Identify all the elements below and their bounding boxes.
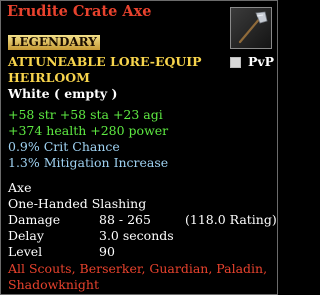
weapon-type: Axe	[8, 180, 32, 195]
rarity-badge: LEGENDARY	[8, 35, 100, 50]
damage-rating: (118.0 Rating)	[185, 212, 277, 227]
item-flags-1: ATTUNEABLE LORE-EQUIP	[8, 54, 202, 69]
stats-line-1: +58 str +58 sta +23 agi	[8, 107, 163, 122]
adornment-slot: White ( empty )	[8, 86, 118, 101]
axe-icon	[230, 7, 272, 49]
mitigation-increase: 1.3% Mitigation Increase	[8, 155, 169, 170]
item-name: Erudite Crate Axe	[7, 3, 152, 20]
pvp-label: PvP	[248, 54, 275, 69]
crit-chance: 0.9% Crit Chance	[8, 139, 120, 154]
item-flags-2: HEIRLOOM	[8, 70, 90, 85]
level-value: 90	[99, 244, 115, 259]
delay-value: 3.0 seconds	[99, 228, 174, 243]
damage-label: Damage	[8, 212, 61, 227]
classes-line-2: Shadowknight	[8, 277, 99, 292]
stats-line-2: +374 health +280 power	[8, 123, 169, 138]
level-label: Level	[8, 244, 43, 259]
item-tooltip: Erudite Crate Axe LEGENDARY PvP ATTUNEAB…	[0, 0, 278, 295]
damage-value: 88 - 265	[99, 212, 151, 227]
classes-line-1: All Scouts, Berserker, Guardian, Paladin…	[8, 261, 268, 276]
weapon-slot: One-Handed Slashing	[8, 196, 147, 211]
pvp-checkbox[interactable]	[230, 57, 241, 68]
delay-label: Delay	[8, 228, 44, 243]
